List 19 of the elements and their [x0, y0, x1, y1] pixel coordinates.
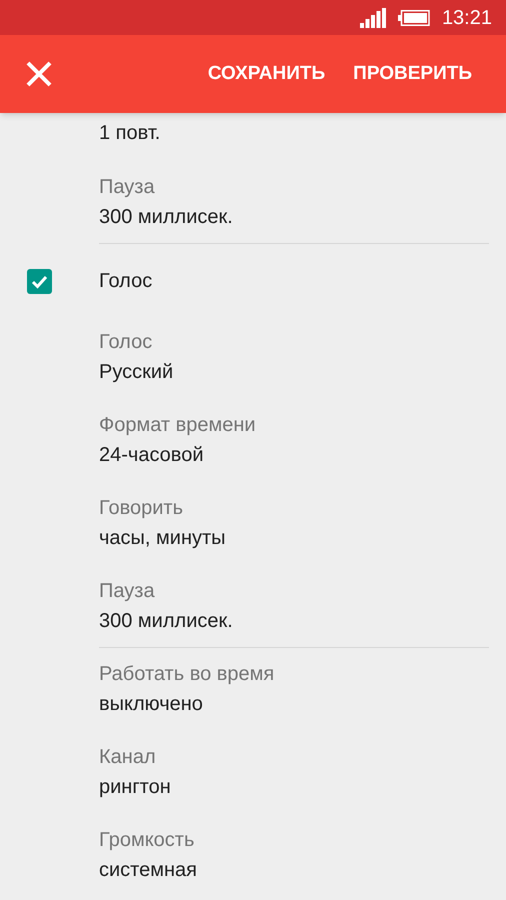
checkbox[interactable] — [27, 268, 52, 294]
setting-value: 1 повт. — [99, 121, 162, 146]
setting-item[interactable]: Формат времени 24-часовой — [0, 400, 506, 483]
checkbox-row[interactable]: Голос — [0, 245, 506, 317]
toolbar-action-button[interactable]: ПРОВЕРИТЬ — [353, 60, 472, 88]
close-button[interactable] — [26, 61, 52, 87]
status-time: 13:21 — [442, 6, 492, 30]
signal-icon — [360, 8, 386, 28]
toolbar-action-button[interactable]: СОХРАНИТЬ — [208, 60, 326, 88]
setting-item[interactable]: Говорить часы, минуты — [0, 483, 506, 566]
setting-item[interactable]: Громкость системная — [0, 815, 506, 898]
setting-item[interactable]: Работать во время выключено — [0, 649, 506, 732]
setting-item[interactable]: Пауза 300 миллисек. — [0, 566, 506, 649]
setting-item[interactable]: Канал рингтон — [0, 732, 506, 815]
battery-icon — [398, 10, 430, 26]
close-icon — [26, 61, 52, 87]
setting-item[interactable]: Голос Русский — [0, 317, 506, 400]
setting-item[interactable]: Пауза 300 миллисек. — [0, 162, 506, 245]
checkbox-label: Голос — [99, 269, 152, 294]
